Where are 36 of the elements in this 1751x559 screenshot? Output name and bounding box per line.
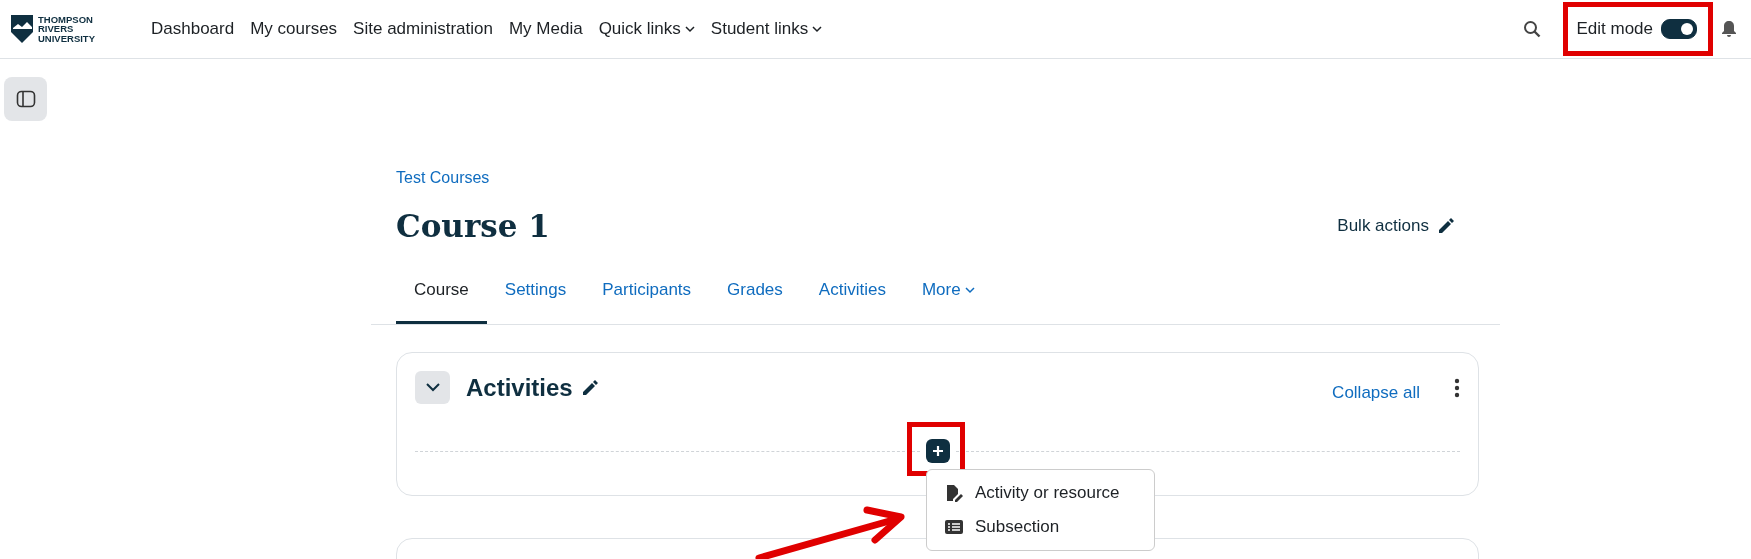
section-title: Activities [466, 373, 573, 402]
course-tab[interactable]: Participants [584, 261, 710, 324]
list-icon [945, 519, 963, 535]
course-tab[interactable]: Course [396, 261, 487, 324]
course-title: Course 1 [396, 207, 550, 246]
add-content-button[interactable] [925, 439, 950, 463]
menu-item[interactable]: Activity or resource [927, 476, 1154, 510]
collapse-all-link[interactable]: Collapse all [1332, 382, 1420, 403]
nav-link[interactable]: Site administration [345, 11, 501, 47]
logo-text: THOMPSON RIVERS UNIVERSITY [38, 14, 95, 44]
pencil-icon[interactable] [580, 378, 599, 397]
bell-icon[interactable] [1721, 20, 1737, 38]
nav-link[interactable]: Dashboard [143, 11, 243, 47]
search-icon[interactable] [1523, 20, 1542, 38]
course-tab[interactable]: Activities [800, 261, 904, 324]
edit-mode-toggle[interactable] [1661, 19, 1697, 39]
logo-icon [10, 14, 34, 44]
pencil-icon [1437, 217, 1455, 235]
collapse-section-button[interactable] [415, 371, 450, 404]
menu-item[interactable]: Subsection [927, 510, 1154, 544]
course-tab[interactable]: More [903, 261, 993, 324]
sidebar-icon [15, 90, 36, 108]
plus-icon [931, 445, 944, 457]
nav-link[interactable]: Student links [702, 11, 831, 47]
nav-link[interactable]: Quick links [590, 11, 703, 47]
course-tab[interactable]: Grades [709, 261, 801, 324]
bulk-actions-button[interactable]: Bulk actions [1337, 212, 1455, 240]
sidebar-toggle-button[interactable] [4, 77, 47, 121]
edit-mode-label: Edit mode [1576, 19, 1653, 39]
chevron-icon [425, 383, 440, 392]
file-edit-icon [945, 484, 963, 502]
nav-link[interactable]: My Media [500, 11, 591, 47]
breadcrumb-link[interactable]: Test Courses [396, 168, 490, 188]
kebab-menu-icon[interactable] [1454, 377, 1460, 398]
course-tab[interactable]: Settings [486, 261, 585, 324]
nav-link[interactable]: My courses [242, 11, 346, 47]
